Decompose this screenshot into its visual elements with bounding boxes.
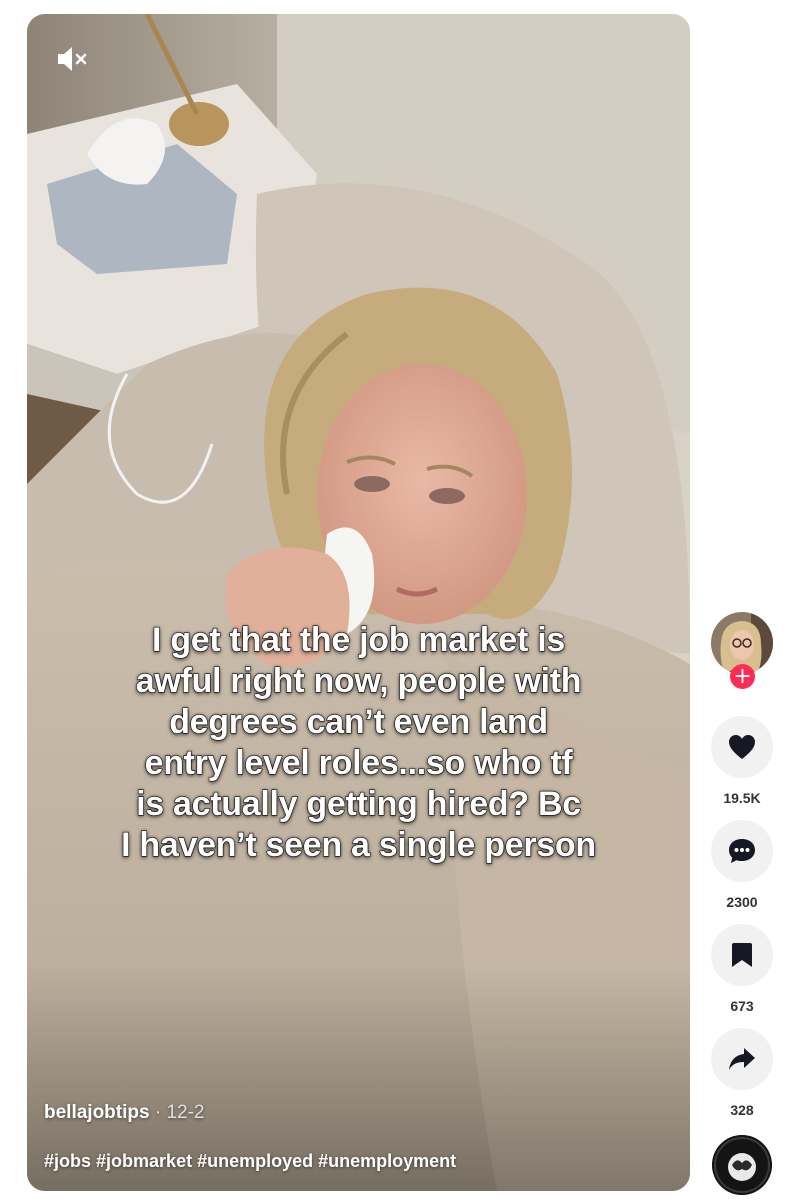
share-count: 328 (730, 1102, 754, 1118)
caption-line: I get that the job market is (151, 620, 565, 659)
comment-button[interactable] (711, 820, 773, 882)
author-username[interactable]: bellajobtips (44, 1102, 150, 1123)
heart-icon (729, 735, 755, 759)
action-bar: + 19.5K 2300 673 328 (700, 0, 784, 1200)
save-button[interactable] (711, 924, 773, 986)
speech-bubble-icon (729, 839, 755, 863)
comment-count: 2300 (726, 894, 758, 910)
author-row: bellajobtips · 12-2 (44, 1102, 205, 1124)
bookmark-icon (732, 943, 752, 967)
speaker-muted-icon (58, 47, 87, 71)
save-count: 673 (730, 998, 754, 1014)
hashtag-link[interactable]: #jobmarket (96, 1151, 192, 1171)
video-caption-overlay: I get that the job market is awful right… (57, 620, 660, 866)
hashtag-link[interactable]: #jobs (44, 1151, 91, 1171)
caption-line: awful right now, people with (135, 661, 582, 700)
mute-button[interactable] (53, 40, 91, 78)
caption-line: I haven’t seen a single person (121, 825, 597, 864)
separator-dot: · (154, 1102, 162, 1123)
like-button[interactable] (711, 716, 773, 778)
video-player[interactable]: I get that the job market is awful right… (27, 14, 690, 1191)
caption-line: entry level roles...so who tf (144, 743, 573, 782)
tiktok-post: I get that the job market is awful right… (0, 0, 790, 1200)
hashtag-list: #jobs #jobmarket #unemployed #unemployme… (44, 1151, 456, 1172)
post-date: 12-2 (166, 1102, 205, 1123)
share-arrow-icon (729, 1048, 755, 1070)
hashtag-link[interactable]: #unemployed (197, 1151, 313, 1171)
caption-line: degrees can’t even land (169, 702, 549, 741)
like-count: 19.5K (723, 790, 761, 806)
caption-line: is actually getting hired? Bc (136, 784, 582, 823)
music-disc-icon (712, 1135, 772, 1195)
music-disc[interactable] (712, 1135, 772, 1195)
video-frame (27, 14, 690, 1191)
share-button[interactable] (711, 1028, 773, 1090)
follow-button[interactable]: + (730, 664, 755, 689)
hashtag-link[interactable]: #unemployment (318, 1151, 456, 1171)
